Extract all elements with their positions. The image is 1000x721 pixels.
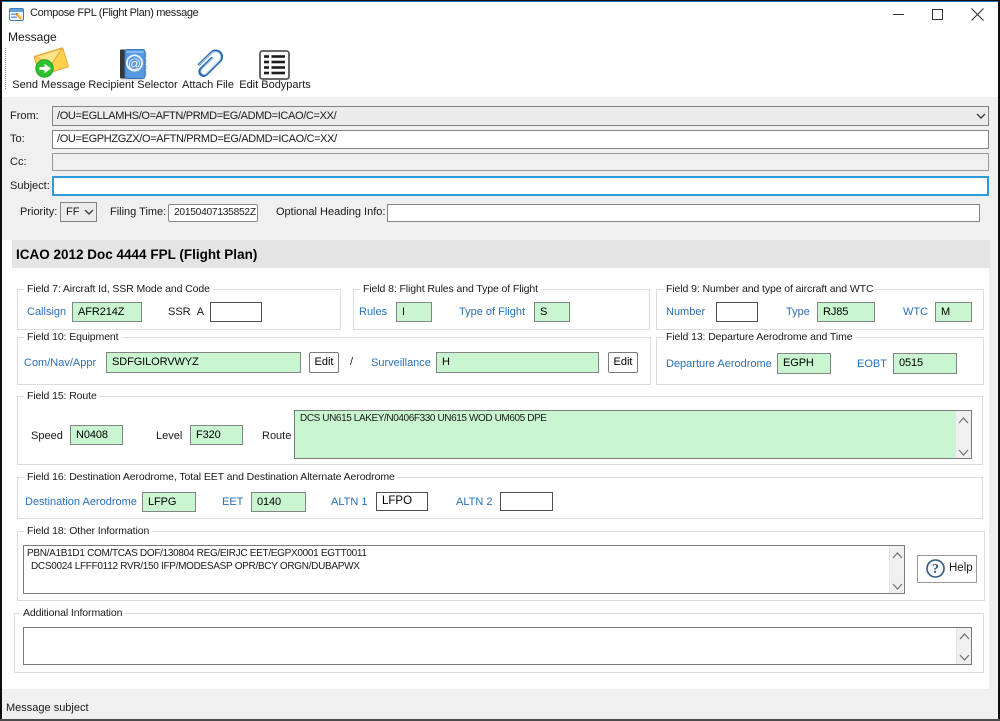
svg-text:?: ? (932, 562, 939, 577)
svg-text:@: @ (128, 56, 141, 71)
